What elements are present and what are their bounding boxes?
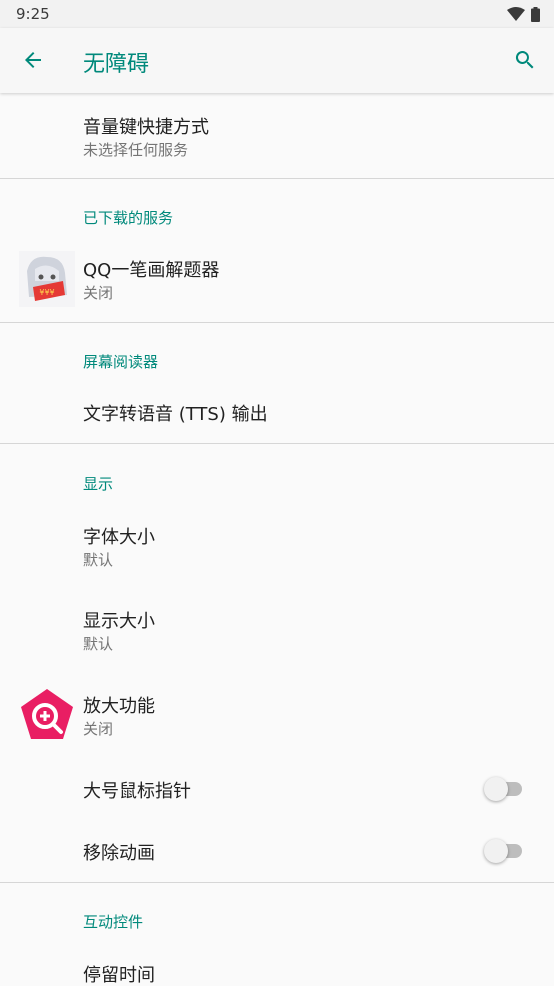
section-header-display: 显示 <box>83 475 114 493</box>
tts-item[interactable]: 文字转语音 (TTS) 输出 <box>0 380 554 443</box>
remove-animations-title: 移除动画 <box>83 843 155 864</box>
qq-service-title: QQ一笔画解题器 <box>83 260 220 281</box>
large-pointer-item[interactable]: 大号鼠标指针 <box>0 758 554 820</box>
status-time: 9:25 <box>16 5 50 23</box>
magnification-summary: 关闭 <box>83 720 114 738</box>
status-bar: 9:25 <box>0 0 554 28</box>
magnification-icon <box>21 689 73 739</box>
battery-icon <box>531 6 540 22</box>
svg-text:¥¥¥: ¥¥¥ <box>39 288 54 297</box>
remove-animations-item[interactable]: 移除动画 <box>0 820 554 882</box>
arrow-back-icon <box>25 52 41 68</box>
search-icon <box>515 51 534 69</box>
search-button[interactable] <box>510 45 540 75</box>
dwell-time-item[interactable]: 停留时间 <box>0 941 554 986</box>
switch-knob <box>484 839 508 863</box>
section-header-screen-reader: 屏幕阅读器 <box>83 353 159 371</box>
shortcut-item[interactable]: 音量键快捷方式 未选择任何服务 <box>0 93 554 178</box>
divider <box>0 178 554 179</box>
divider <box>0 882 554 883</box>
magnification-item[interactable]: 放大功能 关闭 <box>0 673 554 758</box>
app-bar: 无障碍 <box>0 28 554 93</box>
large-pointer-title: 大号鼠标指针 <box>83 781 191 802</box>
large-pointer-switch[interactable] <box>484 777 522 801</box>
font-size-title: 字体大小 <box>83 527 155 548</box>
shortcut-summary: 未选择任何服务 <box>83 141 189 159</box>
back-button[interactable] <box>18 45 48 75</box>
display-size-summary: 默认 <box>83 635 114 653</box>
magnification-title: 放大功能 <box>83 696 155 717</box>
shortcut-title: 音量键快捷方式 <box>83 117 209 138</box>
section-header-interaction: 互动控件 <box>83 913 144 931</box>
display-size-title: 显示大小 <box>83 611 155 632</box>
wifi-icon <box>507 7 525 21</box>
remove-animations-switch[interactable] <box>484 839 522 863</box>
font-size-summary: 默认 <box>83 551 114 569</box>
dwell-time-title: 停留时间 <box>83 965 155 986</box>
divider <box>0 443 554 444</box>
qq-service-item[interactable]: ¥¥¥ QQ一笔画解题器 关闭 <box>0 236 554 322</box>
app-icon: ¥¥¥ <box>19 251 75 307</box>
divider <box>0 322 554 323</box>
section-header-downloaded: 已下载的服务 <box>83 209 174 227</box>
font-size-item[interactable]: 字体大小 默认 <box>0 503 554 588</box>
tts-title: 文字转语音 (TTS) 输出 <box>83 404 268 425</box>
switch-knob <box>484 777 508 801</box>
page-title: 无障碍 <box>83 52 150 77</box>
display-size-item[interactable]: 显示大小 默认 <box>0 588 554 673</box>
qq-service-summary: 关闭 <box>83 284 114 302</box>
